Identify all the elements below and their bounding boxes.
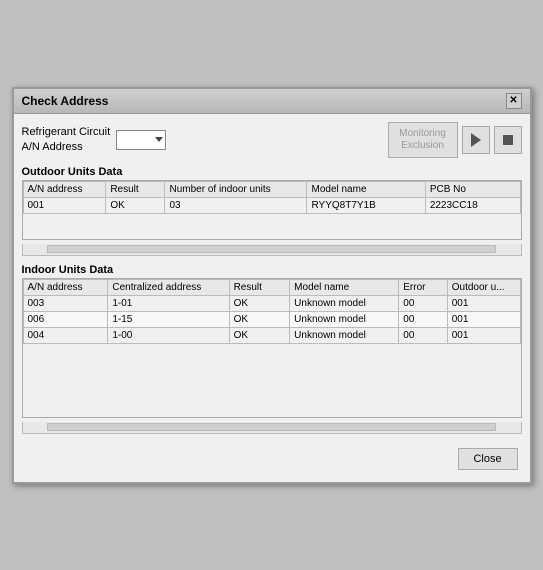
indoor-col-header: Error — [399, 279, 447, 295]
table-cell: Unknown model — [290, 311, 399, 327]
table-cell: 00 — [399, 295, 447, 311]
outdoor-col-header: Result — [106, 181, 165, 197]
indoor-scrollbar-track — [47, 423, 495, 431]
table-cell: 00 — [399, 311, 447, 327]
footer: Close — [22, 442, 522, 474]
table-cell: 001 — [447, 327, 520, 343]
outdoor-scrollbar-track — [47, 245, 495, 253]
refrigerant-circuit-dropdown[interactable] — [116, 130, 166, 150]
stop-icon — [503, 135, 513, 145]
outdoor-header-row: A/N addressResultNumber of indoor unitsM… — [23, 181, 520, 197]
table-row: 0041-00OKUnknown model00001 — [23, 327, 520, 343]
table-cell: 2223CC18 — [425, 197, 520, 213]
table-cell: Unknown model — [290, 327, 399, 343]
table-cell: OK — [229, 295, 290, 311]
table-cell: 1-15 — [108, 311, 229, 327]
outdoor-table-container[interactable]: A/N addressResultNumber of indoor unitsM… — [22, 180, 522, 240]
table-cell: 004 — [23, 327, 108, 343]
table-cell: Unknown model — [290, 295, 399, 311]
outdoor-section-label: Outdoor Units Data — [22, 166, 522, 178]
outdoor-table-head: A/N addressResultNumber of indoor unitsM… — [23, 181, 520, 197]
indoor-col-header: Centralized address — [108, 279, 229, 295]
address-label: Refrigerant Circuit A/N Address — [22, 125, 111, 154]
table-cell: 006 — [23, 311, 108, 327]
dropdown-arrow-icon — [155, 137, 163, 142]
monitoring-exclusion-button[interactable]: MonitoringExclusion — [388, 122, 458, 158]
indoor-col-header: Outdoor u... — [447, 279, 520, 295]
table-cell: 1-01 — [108, 295, 229, 311]
indoor-scrollbar[interactable] — [22, 422, 522, 434]
table-cell: RYYQ8T7Y1B — [307, 197, 425, 213]
outdoor-col-header: PCB No — [425, 181, 520, 197]
table-cell: 03 — [165, 197, 307, 213]
table-cell: 001 — [447, 311, 520, 327]
table-cell: OK — [229, 311, 290, 327]
table-cell: 00 — [399, 327, 447, 343]
check-address-window: Check Address ✕ Refrigerant Circuit A/N … — [12, 87, 532, 484]
title-bar: Check Address ✕ — [14, 89, 530, 114]
indoor-col-header: Model name — [290, 279, 399, 295]
indoor-col-header: A/N address — [23, 279, 108, 295]
indoor-col-header: Result — [229, 279, 290, 295]
play-button[interactable] — [462, 126, 490, 154]
outdoor-scrollbar[interactable] — [22, 244, 522, 256]
table-cell: OK — [106, 197, 165, 213]
outdoor-col-header: Number of indoor units — [165, 181, 307, 197]
indoor-header-row: A/N addressCentralized addressResultMode… — [23, 279, 520, 295]
right-controls: MonitoringExclusion — [388, 122, 522, 158]
outdoor-col-header: Model name — [307, 181, 425, 197]
indoor-table: A/N addressCentralized addressResultMode… — [23, 279, 521, 344]
window-body: Refrigerant Circuit A/N Address Monitori… — [14, 114, 530, 482]
indoor-table-head: A/N addressCentralized addressResultMode… — [23, 279, 520, 295]
indoor-table-body: 0031-01OKUnknown model000010061-15OKUnkn… — [23, 295, 520, 343]
play-icon — [471, 133, 481, 147]
top-controls: Refrigerant Circuit A/N Address Monitori… — [22, 122, 522, 158]
outdoor-col-header: A/N address — [23, 181, 106, 197]
table-row: 001OK03RYYQ8T7Y1B2223CC18 — [23, 197, 520, 213]
outdoor-table: A/N addressResultNumber of indoor unitsM… — [23, 181, 521, 214]
table-cell: OK — [229, 327, 290, 343]
stop-button[interactable] — [494, 126, 522, 154]
outdoor-table-body: 001OK03RYYQ8T7Y1B2223CC18 — [23, 197, 520, 213]
table-cell: 1-00 — [108, 327, 229, 343]
close-button[interactable]: Close — [458, 448, 518, 470]
table-cell: 003 — [23, 295, 108, 311]
indoor-table-container[interactable]: A/N addressCentralized addressResultMode… — [22, 278, 522, 418]
table-cell: 001 — [23, 197, 106, 213]
table-row: 0031-01OKUnknown model00001 — [23, 295, 520, 311]
monitoring-exclusion-label: MonitoringExclusion — [399, 128, 446, 152]
table-cell: 001 — [447, 295, 520, 311]
window-title: Check Address — [22, 94, 109, 108]
window-close-button[interactable]: ✕ — [506, 93, 522, 109]
indoor-section-label: Indoor Units Data — [22, 264, 522, 276]
address-label-group: Refrigerant Circuit A/N Address — [22, 125, 167, 154]
table-row: 0061-15OKUnknown model00001 — [23, 311, 520, 327]
